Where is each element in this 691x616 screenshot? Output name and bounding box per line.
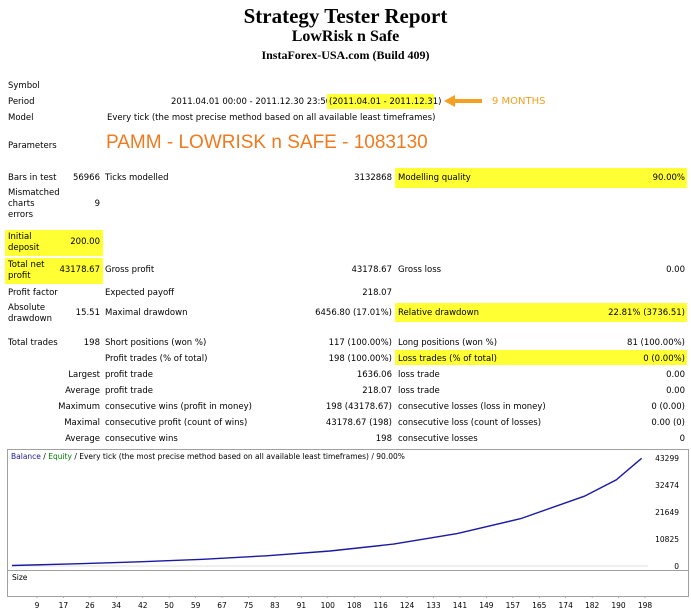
x-tick-label: 141 xyxy=(453,601,468,610)
x-tick-label: 182 xyxy=(585,601,600,610)
y-tick-label: 21649 xyxy=(655,508,679,517)
x-tick-label: 108 xyxy=(347,601,362,610)
x-tick-label: 17 xyxy=(59,601,69,610)
x-tick-label: 190 xyxy=(611,601,626,610)
x-tick-label: 165 xyxy=(532,601,547,610)
size-panel xyxy=(7,570,689,597)
x-tick-label: 116 xyxy=(373,601,388,610)
y-tick-label: 10825 xyxy=(655,535,679,544)
y-tick-label: 32474 xyxy=(655,481,679,490)
x-tick-label: 100 xyxy=(321,601,336,610)
x-tick-label: 149 xyxy=(479,601,494,610)
x-tick-label: 34 xyxy=(112,601,122,610)
x-tick-label: 83 xyxy=(270,601,280,610)
x-tick-label: 124 xyxy=(400,601,415,610)
chart-plot: 4329932474216491082509 17 26 34 42 50 59 67 75 83… xyxy=(11,454,679,610)
size-label: Size xyxy=(12,573,28,582)
x-tick-label: 9 xyxy=(35,601,40,610)
x-tick-label: 75 xyxy=(244,601,254,610)
x-tick-label: 59 xyxy=(191,601,201,610)
x-tick-label: 91 xyxy=(297,601,307,610)
x-tick-label: 133 xyxy=(426,601,441,610)
x-tick-label: 67 xyxy=(217,601,227,610)
y-tick-label: 43299 xyxy=(655,454,679,463)
x-tick-label: 198 xyxy=(638,601,653,610)
balance-series-line xyxy=(11,457,643,567)
x-tick-label: 157 xyxy=(506,601,521,610)
x-tick-label: 26 xyxy=(85,601,95,610)
x-tick-label: 42 xyxy=(138,601,148,610)
x-tick-label: 174 xyxy=(559,601,574,610)
x-tick-label: 50 xyxy=(164,601,174,610)
